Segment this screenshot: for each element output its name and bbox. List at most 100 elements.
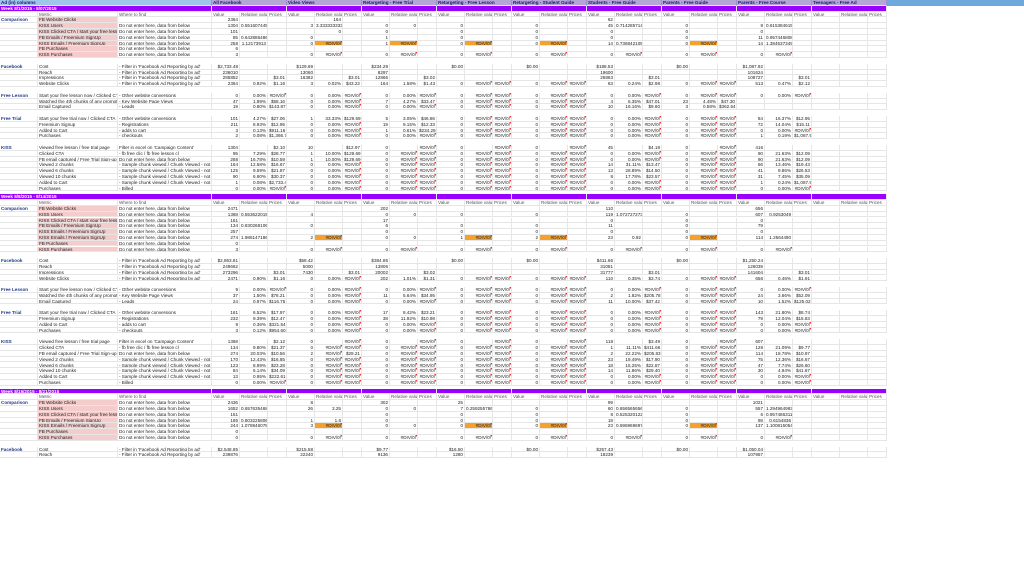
- price-cell[interactable]: #DIV/0!: [493, 379, 512, 386]
- relative-value-cell[interactable]: 0.35%: [615, 275, 643, 282]
- relative-value-cell[interactable]: #DIV/0!: [615, 52, 643, 58]
- relative-value-cell[interactable]: [240, 52, 268, 58]
- metric-cell[interactable]: Purchases: [38, 185, 118, 192]
- value-cell[interactable]: 0: [362, 298, 390, 305]
- price-cell[interactable]: [418, 246, 437, 253]
- value-cell[interactable]: 10: [737, 298, 765, 305]
- relative-value-cell[interactable]: 10.00%: [615, 298, 643, 305]
- price-cell[interactable]: $362.64: [718, 104, 737, 111]
- price-cell[interactable]: [793, 104, 812, 111]
- price-cell[interactable]: $1,366.74: [268, 133, 287, 140]
- value-cell[interactable]: 10: [587, 104, 615, 111]
- relative-value-cell[interactable]: #DIV/0!: [540, 52, 568, 58]
- value-cell[interactable]: 0: [362, 246, 390, 253]
- relative-value-cell[interactable]: [765, 104, 793, 111]
- relative-value-cell[interactable]: [615, 452, 643, 459]
- value-cell[interactable]: 0: [437, 246, 465, 253]
- relative-value-cell[interactable]: #DIV/0!: [315, 246, 343, 253]
- section-label[interactable]: [0, 246, 38, 253]
- metric-cell[interactable]: Website Clicks: [38, 81, 118, 87]
- relative-value-cell[interactable]: 0.00%: [390, 327, 418, 334]
- relative-value-cell[interactable]: 1.58%: [390, 81, 418, 87]
- price-cell[interactable]: [343, 52, 362, 58]
- value-cell[interactable]: 0: [437, 52, 465, 58]
- price-cell[interactable]: [868, 81, 887, 87]
- value-cell[interactable]: 0: [662, 133, 690, 140]
- price-cell[interactable]: #DIV/0!: [568, 275, 587, 282]
- relative-value-cell[interactable]: #DIV/0!: [390, 185, 418, 192]
- value-cell[interactable]: 3: [662, 104, 690, 111]
- section-label[interactable]: [0, 52, 38, 58]
- value-cell[interactable]: 0: [587, 52, 615, 58]
- relative-value-cell[interactable]: 0.00%: [315, 104, 343, 111]
- relative-value-cell[interactable]: [840, 52, 868, 58]
- metric-cell[interactable]: Purchases: [38, 327, 118, 334]
- price-cell[interactable]: [268, 435, 287, 441]
- value-cell[interactable]: 0: [587, 327, 615, 334]
- relative-value-cell[interactable]: [240, 452, 268, 459]
- relative-value-cell[interactable]: 0.00%: [615, 379, 643, 386]
- value-cell[interactable]: 3: [212, 246, 240, 253]
- value-cell[interactable]: 0: [437, 435, 465, 441]
- price-cell[interactable]: #DIV/0!: [343, 104, 362, 111]
- value-cell[interactable]: 0: [737, 185, 765, 192]
- relative-value-cell[interactable]: 0.00%: [390, 298, 418, 305]
- value-cell[interactable]: [812, 185, 840, 192]
- relative-value-cell[interactable]: 0.12%: [240, 327, 268, 334]
- value-cell[interactable]: 0: [287, 379, 315, 386]
- price-cell[interactable]: #DIV/0!: [493, 185, 512, 192]
- price-cell[interactable]: #DIV/0!: [643, 379, 662, 386]
- value-cell[interactable]: [812, 133, 840, 140]
- price-cell[interactable]: $954.60: [268, 327, 287, 334]
- relative-value-cell[interactable]: #DIV/0!: [540, 185, 568, 192]
- price-cell[interactable]: #DIV/0!: [568, 185, 587, 192]
- price-cell[interactable]: $143.87: [268, 104, 287, 111]
- relative-value-cell[interactable]: #DIV/0!: [690, 133, 718, 140]
- relative-value-cell[interactable]: 0.00%: [765, 185, 793, 192]
- price-cell[interactable]: [418, 452, 437, 459]
- price-cell[interactable]: [718, 52, 737, 58]
- price-cell[interactable]: [868, 133, 887, 140]
- price-cell[interactable]: $116.75: [268, 298, 287, 305]
- value-cell[interactable]: 0: [587, 435, 615, 441]
- section-label[interactable]: [0, 133, 38, 140]
- value-cell[interactable]: 0: [587, 133, 615, 140]
- price-cell[interactable]: #DIV/0!: [718, 133, 737, 140]
- section-label[interactable]: [0, 327, 38, 334]
- price-cell[interactable]: #DIV/0!: [418, 185, 437, 192]
- value-cell[interactable]: 0: [587, 246, 615, 253]
- value-cell[interactable]: 0: [662, 298, 690, 305]
- price-cell[interactable]: [643, 452, 662, 459]
- relative-value-cell[interactable]: [465, 452, 493, 459]
- value-cell[interactable]: 19: [212, 104, 240, 111]
- value-cell[interactable]: 0: [512, 298, 540, 305]
- relative-value-cell[interactable]: 0.00%: [315, 185, 343, 192]
- price-cell[interactable]: [793, 435, 812, 441]
- value-cell[interactable]: [662, 452, 690, 459]
- value-cell[interactable]: [812, 275, 840, 282]
- relative-value-cell[interactable]: 0.08%: [240, 133, 268, 140]
- price-cell[interactable]: #DIV/0!: [493, 104, 512, 111]
- price-cell[interactable]: $1.43: [418, 81, 437, 87]
- relative-value-cell[interactable]: [315, 452, 343, 459]
- value-cell[interactable]: [812, 435, 840, 441]
- value-cell[interactable]: 0: [437, 298, 465, 305]
- section-label[interactable]: [0, 104, 38, 111]
- relative-value-cell[interactable]: [840, 275, 868, 282]
- section-label[interactable]: [0, 379, 38, 386]
- value-cell[interactable]: [737, 104, 765, 111]
- relative-value-cell[interactable]: 0.47%: [765, 81, 793, 87]
- value-cell[interactable]: 2: [212, 133, 240, 140]
- value-cell[interactable]: 0: [662, 275, 690, 282]
- price-cell[interactable]: [493, 435, 512, 441]
- relative-value-cell[interactable]: 0.00%: [765, 327, 793, 334]
- price-cell[interactable]: [868, 452, 887, 459]
- price-cell[interactable]: #DIV/0!: [568, 133, 587, 140]
- price-cell[interactable]: [493, 452, 512, 459]
- value-cell[interactable]: [812, 104, 840, 111]
- price-cell[interactable]: [793, 246, 812, 253]
- price-cell[interactable]: #DIV/0!: [643, 327, 662, 334]
- relative-value-cell[interactable]: [390, 452, 418, 459]
- price-cell[interactable]: [343, 246, 362, 253]
- relative-value-cell[interactable]: #DIV/0!: [690, 246, 718, 253]
